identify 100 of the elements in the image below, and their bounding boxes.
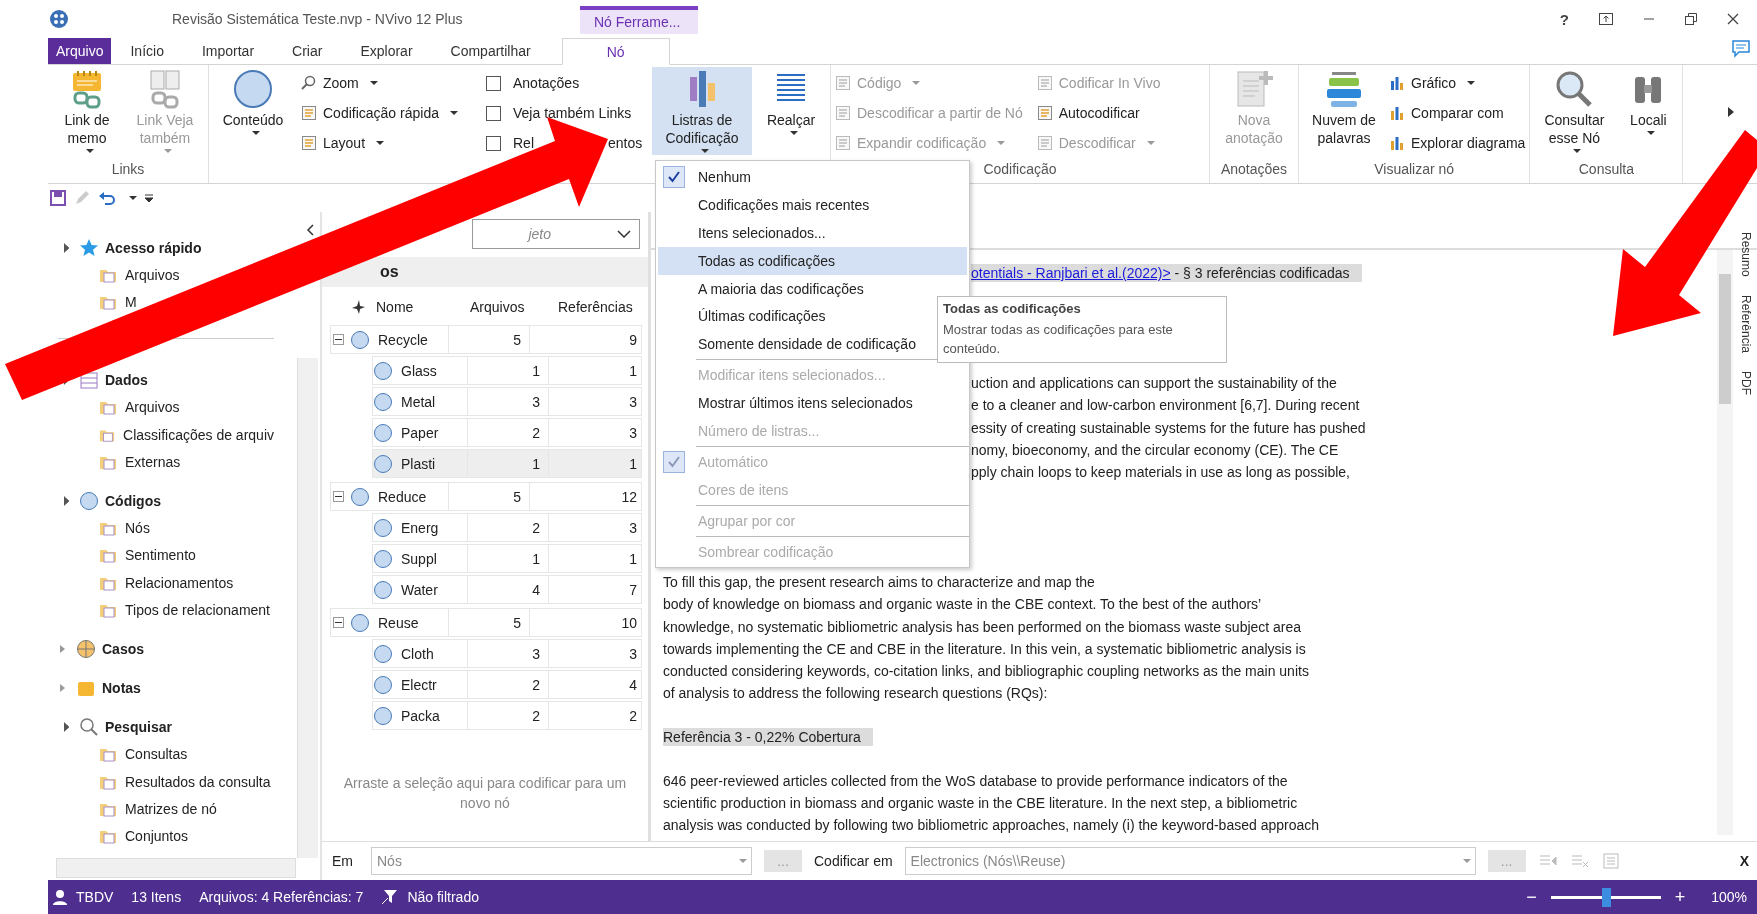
menu-item[interactable]: Mostrar últimos itens selecionados	[658, 389, 967, 417]
menu-item[interactable]: Codificações mais recentes	[658, 190, 967, 219]
ribbon-button[interactable]: Locali	[1618, 67, 1679, 155]
ribbon-button[interactable]: Gráfico	[1389, 73, 1526, 93]
column-header[interactable]: Referências	[550, 299, 633, 315]
side-tab[interactable]: Referência	[1739, 294, 1753, 353]
nav-item[interactable]: Arquivos	[125, 266, 180, 283]
scrollbar[interactable]	[297, 358, 318, 858]
menu-item[interactable]: Nenhum	[658, 163, 967, 191]
scrollbar[interactable]	[1717, 250, 1733, 835]
table-cell: 2	[468, 671, 549, 698]
collapse-toggle-icon[interactable]	[333, 334, 344, 345]
code-row[interactable]: Reduce 5 12	[330, 482, 642, 511]
collapse-toggle-icon[interactable]	[333, 491, 344, 502]
code-row[interactable]: Glass 1 1	[372, 356, 642, 385]
help-button[interactable]: ?	[1559, 10, 1569, 28]
column-header[interactable]: Arquivos	[464, 299, 550, 315]
code-row[interactable]: Paper 2 3	[372, 418, 642, 447]
expand-toggle-icon[interactable]	[60, 645, 65, 654]
code-row[interactable]: Reuse 5 10	[330, 608, 642, 637]
checkbox[interactable]	[486, 135, 501, 151]
nav-section[interactable]: Dados	[105, 372, 148, 389]
ribbon-button[interactable]: Comparar com	[1389, 103, 1526, 123]
table-cell: 1	[468, 545, 549, 572]
ribbon-button[interactable]: Zoom	[301, 73, 476, 93]
table-cell-text: 3	[628, 424, 638, 441]
code-row[interactable]: Cloth 3 3	[372, 639, 642, 668]
collapse-icon[interactable]	[306, 224, 314, 236]
nav-item[interactable]: Matrizes de nó	[125, 800, 217, 817]
customize-icon[interactable]	[145, 193, 153, 203]
save-icon[interactable]	[50, 190, 66, 206]
expand-toggle-icon[interactable]	[60, 684, 65, 693]
nav-item[interactable]: M	[125, 293, 137, 310]
nav-item[interactable]: Relacionamentos	[125, 574, 234, 591]
code-at-dropdown[interactable]: Electronics (Nós\\Reuse)	[904, 847, 1476, 875]
nav-section[interactable]: Casos	[102, 641, 145, 658]
ribbon-tab[interactable]: Arquivo	[48, 38, 112, 64]
nav-item[interactable]: Nós	[125, 520, 150, 537]
undo-icon[interactable]	[98, 190, 116, 206]
nav-item[interactable]: Externas	[125, 453, 181, 470]
ribbon-button[interactable]: Explorar diagrama	[1389, 133, 1526, 153]
side-tab[interactable]: Resumo	[1739, 232, 1753, 277]
menu-item[interactable]: A maioria das codificações	[658, 274, 967, 303]
ribbon-button[interactable]: Listras de Codificação	[652, 67, 752, 155]
code-row[interactable]: Recycle 5 9	[330, 325, 642, 354]
code-row[interactable]: Plasti 1 1	[372, 449, 642, 478]
nav-section[interactable]: Códigos	[105, 493, 161, 509]
ribbon-button[interactable]: Consultar esse Nó	[1534, 67, 1615, 155]
ribbon-tab[interactable]: Início	[111, 38, 183, 64]
ribbon-button[interactable]: Nuvem de palavras	[1303, 67, 1385, 155]
collapse-toggle-icon[interactable]	[333, 617, 344, 628]
ribbon-tab[interactable]: Compartilhar	[431, 38, 550, 64]
comment-icon[interactable]	[1731, 40, 1751, 58]
source-link[interactable]: otentials - Ranjbari et al.(2022)>	[971, 265, 1171, 281]
slider-thumb[interactable]	[1601, 887, 1611, 907]
ribbon-button[interactable]: Layout	[301, 133, 476, 153]
ribbon-tab[interactable]: Explorar	[341, 38, 432, 64]
location-dropdown[interactable]: Nós	[371, 847, 752, 875]
nav-item[interactable]: Tipos de relacionament	[125, 602, 270, 618]
nav-section[interactable]: Pesquisar	[105, 719, 172, 736]
code-row[interactable]: Energ 2 3	[372, 513, 642, 542]
ribbon-tab[interactable]: Importar	[182, 38, 274, 64]
nav-item[interactable]: Classificações de arquiv	[123, 426, 274, 443]
zoom-in-button[interactable]: +	[1674, 886, 1686, 908]
checkbox[interactable]	[486, 105, 501, 121]
scroll-right-icon[interactable]	[1727, 107, 1735, 117]
table-cell: Paper	[393, 419, 468, 446]
menu-item[interactable]: Itens selecionados...	[658, 218, 967, 247]
ribbon-button[interactable]: Link de memo	[52, 67, 122, 155]
close-button[interactable]: X	[1739, 853, 1749, 869]
zoom-out-button[interactable]: −	[1526, 886, 1537, 908]
ribbon-button[interactable]: Codificação rápida	[301, 103, 476, 123]
caret-icon[interactable]	[129, 196, 137, 200]
side-tab[interactable]: PDF	[1739, 370, 1753, 395]
column-header[interactable]: Nome	[366, 299, 464, 315]
nav-item[interactable]: Resultados da consulta	[125, 773, 271, 790]
close-icon[interactable]	[1727, 13, 1739, 25]
nav-item[interactable]: Conjuntos	[125, 828, 189, 845]
nav-item[interactable]: Sentimento	[125, 547, 196, 564]
ribbon-button[interactable]: Realçar	[756, 67, 826, 155]
search-field[interactable]: jeto	[472, 219, 640, 249]
ribbon-tab[interactable]: Nó	[561, 38, 670, 65]
ribbon-tab[interactable]: Criar	[273, 38, 342, 64]
code-row[interactable]: Suppl 1 1	[372, 544, 642, 573]
nav-section[interactable]: Notas	[102, 680, 141, 697]
scrollbar[interactable]	[56, 858, 296, 878]
code-row[interactable]: Water 4 7	[372, 575, 642, 604]
ribbon-button[interactable]: Conteúdo	[213, 67, 293, 155]
code-row[interactable]: Packa 2 2	[372, 701, 642, 730]
restore-icon[interactable]	[1685, 13, 1697, 25]
checkbox[interactable]	[486, 75, 501, 91]
nav-section[interactable]: Acesso rápido	[105, 239, 202, 256]
nav-item[interactable]: Consultas	[125, 746, 188, 763]
ribbon-display-icon[interactable]	[1599, 13, 1613, 25]
nav-item[interactable]: Arquivos	[125, 399, 180, 416]
code-row[interactable]: Metal 3 3	[372, 387, 642, 416]
ribbon-button[interactable]: Autocodificar	[1036, 103, 1161, 123]
menu-item[interactable]: Todas as codificações	[658, 246, 967, 275]
section-icon	[76, 639, 96, 660]
code-row[interactable]: Electr 2 4	[372, 670, 642, 699]
